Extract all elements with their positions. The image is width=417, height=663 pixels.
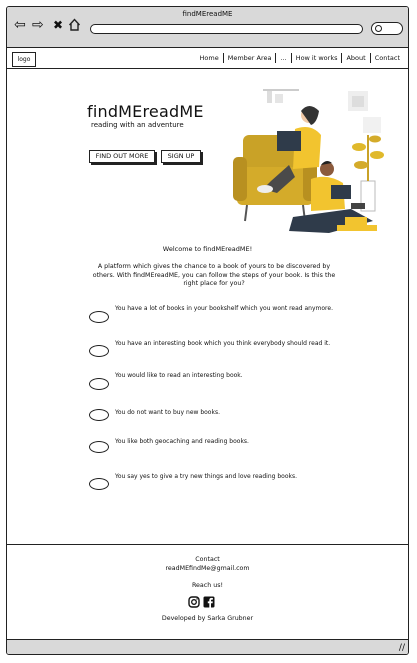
- choice-label: You do not want to buy new books.: [115, 409, 220, 416]
- home-icon[interactable]: [68, 18, 81, 34]
- social-links: [188, 593, 215, 612]
- hero-tagline: reading with an adventure: [91, 121, 184, 129]
- main-nav: Home Member Area ... How it works About …: [196, 53, 404, 63]
- radio-button[interactable]: [89, 378, 109, 390]
- find-out-more-button[interactable]: FIND OUT MORE: [89, 150, 155, 163]
- choice-label: You say yes to give a try new things and…: [115, 473, 298, 480]
- window-title: findMEreadME: [182, 10, 233, 18]
- facebook-icon[interactable]: [203, 593, 215, 612]
- radio-button[interactable]: [89, 311, 109, 323]
- footer-reach-us: Reach us!: [191, 582, 224, 589]
- header-divider: [7, 68, 408, 69]
- radio-button[interactable]: [89, 345, 109, 357]
- nav-item-contact[interactable]: Contact: [369, 53, 404, 63]
- instagram-icon[interactable]: [188, 593, 200, 612]
- hero-title: findMEreadME: [87, 102, 204, 121]
- choice-label: You like both geocaching and reading boo…: [115, 438, 249, 445]
- footer-divider: [7, 544, 408, 545]
- intro-text: A platform which gives the chance to a b…: [92, 263, 336, 287]
- footer-email-link[interactable]: readMEfindMe@gmail.com: [7, 565, 408, 572]
- search-icon: [375, 25, 382, 32]
- reading-illustration: [233, 89, 384, 233]
- arrow-right-icon[interactable]: ⇨: [32, 18, 44, 32]
- url-bar[interactable]: [90, 24, 363, 34]
- radio-button[interactable]: [89, 478, 109, 490]
- arrow-left-icon[interactable]: ⇦: [14, 18, 26, 32]
- browser-search-field[interactable]: [371, 22, 403, 35]
- browser-status-bar: ∕∕: [7, 639, 408, 654]
- resize-handle-icon[interactable]: ∕∕: [399, 643, 405, 653]
- nav-item-about[interactable]: About: [341, 53, 369, 63]
- browser-window: findMEreadME ⇦ ⇨ ✖ logo Home Member Area…: [6, 6, 409, 655]
- site-logo[interactable]: logo: [12, 52, 36, 67]
- footer-credits: Developed by Sarka Grubner: [161, 615, 254, 622]
- browser-toolbar: findMEreadME ⇦ ⇨ ✖: [7, 7, 408, 48]
- welcome-heading: Welcome to findMEreadME!: [162, 245, 253, 253]
- nav-item-home[interactable]: Home: [196, 53, 223, 63]
- choice-label: You have a lot of books in your bookshel…: [115, 305, 333, 312]
- choice-label: You have an interesting book which you t…: [115, 340, 331, 347]
- nav-item-how-it-works[interactable]: How it works: [290, 53, 342, 63]
- nav-item-more[interactable]: ...: [275, 53, 290, 63]
- radio-button[interactable]: [89, 409, 109, 421]
- sign-up-button[interactable]: SIGN UP: [161, 150, 201, 163]
- x-icon[interactable]: ✖: [53, 18, 63, 32]
- nav-item-member-area[interactable]: Member Area: [222, 53, 276, 63]
- radio-button[interactable]: [89, 441, 109, 453]
- choice-label: You would like to read an interesting bo…: [115, 372, 243, 379]
- footer-contact-label: Contact: [195, 556, 220, 563]
